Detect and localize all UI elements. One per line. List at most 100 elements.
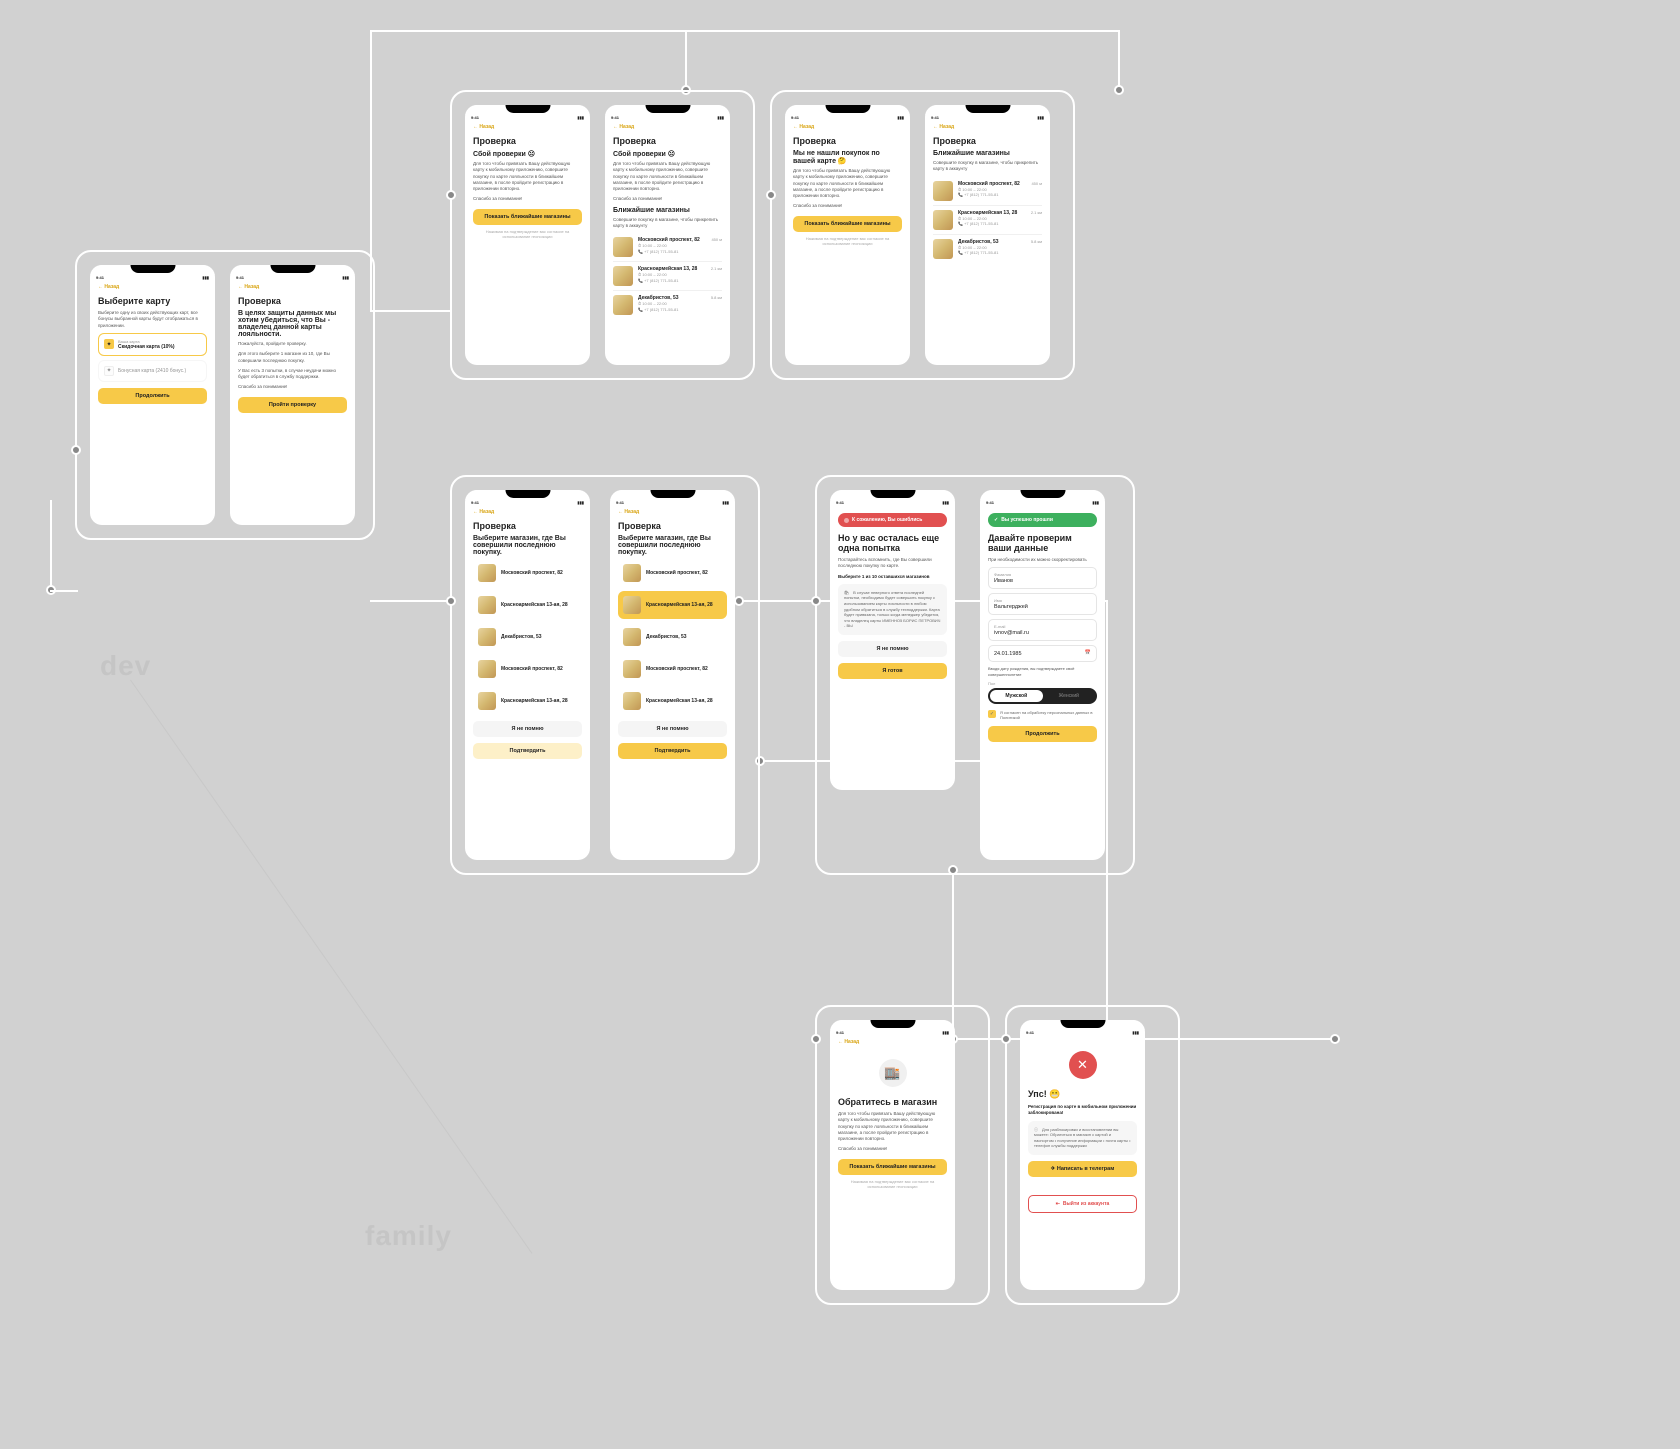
store-option[interactable]: Московский проспект, 82: [618, 655, 727, 683]
store-row[interactable]: Московский проспект, 82⏱ 10:00 – 22:00📞 …: [613, 233, 722, 262]
show-stores-button[interactable]: Показать ближайшие магазины: [793, 216, 902, 232]
page-title: Проверка: [238, 296, 347, 306]
page-title: Проверка: [933, 136, 1042, 146]
store-option-selected[interactable]: Красноармейская 13-ая, 28: [618, 591, 727, 619]
store-option[interactable]: Декабристов, 53: [473, 623, 582, 651]
card-option-2[interactable]: ✦Бонусная карта (2410 бонус.): [98, 360, 207, 382]
thanks: Спасибо за понимание!: [793, 203, 902, 209]
confirm-button[interactable]: Подтвердить: [618, 743, 727, 759]
back-link[interactable]: ← Назад: [785, 120, 910, 134]
store-row[interactable]: Московский проспект, 82⏱ 10:00 – 22:00📞 …: [933, 177, 1042, 206]
page-title: Проверка: [793, 136, 902, 146]
screen-retry: 9:41▮▮▮ К сожалению, Вы ошиблись Но у ва…: [830, 490, 955, 790]
forgot-button[interactable]: Я не помню: [618, 721, 727, 737]
screen-select-card: 9:41▮▮▮ ← Назад Выберите карту Выберите …: [90, 265, 215, 525]
notch: [830, 490, 955, 500]
show-stores-button[interactable]: Показать ближайшие магазины: [838, 1159, 947, 1175]
store-image: [613, 295, 633, 315]
store-row[interactable]: Декабристов, 53⏱ 10:00 – 22:00📞 +7 (812)…: [933, 235, 1042, 263]
store-image: [613, 237, 633, 257]
back-link[interactable]: ← Назад: [830, 1035, 955, 1049]
consent-checkbox[interactable]: ✓Я согласен на обработку персональных да…: [988, 710, 1097, 720]
store-row[interactable]: Декабристов, 53⏱ 10:00 – 22:00📞 +7 (812)…: [613, 291, 722, 319]
notch: [230, 265, 355, 275]
flow-line: [370, 310, 450, 312]
store-option[interactable]: Декабристов, 53: [618, 623, 727, 651]
thanks: Спасибо за понимание!: [238, 384, 347, 390]
verify-button[interactable]: Пройти проверку: [238, 397, 347, 413]
back-link[interactable]: ← Назад: [610, 505, 735, 519]
ready-button[interactable]: Я готов: [838, 663, 947, 679]
watermark-family: family: [365, 1220, 452, 1252]
confirm-button[interactable]: Подтвердить: [473, 743, 582, 759]
gender-toggle[interactable]: МужскойЖенский: [988, 688, 1097, 704]
store-image: [933, 181, 953, 201]
back-link[interactable]: ← Назад: [605, 120, 730, 134]
store-option[interactable]: Красноармейская 13-ая, 28: [473, 687, 582, 715]
show-stores-button[interactable]: Показать ближайшие магазины: [473, 209, 582, 225]
forgot-button[interactable]: Я не помню: [838, 641, 947, 657]
telegram-button[interactable]: ✈ Написать в телеграм: [1028, 1161, 1137, 1177]
disclaimer: Нажимая на подтверждение вас согласие на…: [838, 1179, 947, 1189]
store-option[interactable]: Московский проспект, 82: [473, 655, 582, 683]
back-link[interactable]: ← Назад: [465, 505, 590, 519]
dob-note: Вводя дату рождения, вы подтверждаете св…: [988, 666, 1097, 677]
email-input[interactable]: E-mailivnov@mail.ru: [988, 619, 1097, 641]
title: Упс! 😬: [1028, 1089, 1137, 1100]
screen-visit: 9:41▮▮▮ ← Назад 🏬 Обратитесь в магазин Д…: [830, 1020, 955, 1290]
screen-fail: 9:41▮▮▮ ← Назад Проверка Сбой проверки ☹…: [465, 105, 590, 365]
forgot-button[interactable]: Я не помню: [473, 721, 582, 737]
page-title: Проверка: [613, 136, 722, 146]
page-title: Проверка: [618, 521, 727, 531]
dob-input[interactable]: 24.01.1985📅: [988, 645, 1097, 662]
back-link[interactable]: ← Назад: [230, 280, 355, 294]
back-link[interactable]: ← Назад: [925, 120, 1050, 134]
screen-verify-intro: 9:41▮▮▮ ← Назад Проверка В целях защиты …: [230, 265, 355, 525]
flow-node: [1330, 1034, 1340, 1044]
store-image: [478, 596, 496, 614]
notch: [830, 1020, 955, 1030]
line2: Для этого выберите 1 магазин из 10, где …: [238, 351, 347, 364]
gender-female[interactable]: Женский: [1043, 690, 1096, 702]
store-option[interactable]: Московский проспект, 82: [618, 559, 727, 587]
lastname-input[interactable]: ФамилияИванов: [988, 567, 1097, 589]
back-link[interactable]: ← Назад: [465, 120, 590, 134]
disclaimer: Нажимая на подтверждение вас согласие на…: [793, 236, 902, 246]
card-option-1[interactable]: ✦Ваша картаСкидочная карта (10%): [98, 333, 207, 356]
continue-button[interactable]: Продолжить: [988, 726, 1097, 742]
watermark-dev: dev: [100, 650, 151, 682]
hint: Выберите 1 из 10 оставшихся магазинов: [838, 574, 947, 580]
subtitle: В целях защиты данных мы хотим убедиться…: [238, 310, 347, 338]
store-image: [623, 628, 641, 646]
checkbox-icon: ✓: [988, 710, 996, 718]
store-option[interactable]: Красноармейская 13-ая, 28: [618, 687, 727, 715]
desc: Выберите одну из своих действующих карт,…: [98, 310, 207, 329]
store-row[interactable]: Красноармейская 13, 28⏱ 10:00 – 22:00📞 +…: [613, 262, 722, 291]
calendar-icon: 📅: [1085, 650, 1091, 657]
body: Для того чтобы привязать Вашу действующу…: [838, 1111, 947, 1142]
store-option[interactable]: Московский проспект, 82: [473, 559, 582, 587]
store-option[interactable]: Красноармейская 13-ая, 28: [473, 591, 582, 619]
store-image: [623, 660, 641, 678]
store-image: [613, 266, 633, 286]
notch: [980, 490, 1105, 500]
back-link[interactable]: ← Назад: [90, 280, 215, 294]
card-icon: ✦: [104, 366, 114, 376]
logout-button[interactable]: ⇤Выйти из аккаунта: [1028, 1195, 1137, 1213]
thanks: Спасибо за понимание!: [838, 1146, 947, 1152]
gender-male[interactable]: Мужской: [990, 690, 1043, 702]
firstname-input[interactable]: ИмяВальтерджей: [988, 593, 1097, 615]
info-box: ⓘДля разблокировки и восстановлении вы м…: [1028, 1121, 1137, 1155]
page-title: Проверка: [473, 136, 582, 146]
subtitle: Выберите магазин, где Вы совершили после…: [473, 535, 582, 556]
body: Для того чтобы привязать Вашу действующу…: [613, 161, 722, 192]
notch: [465, 490, 590, 500]
store-image: [623, 564, 641, 582]
store-row[interactable]: Красноармейская 13, 28⏱ 10:00 – 22:00📞 +…: [933, 206, 1042, 235]
store-icon: 🏬: [879, 1059, 907, 1087]
continue-button[interactable]: Продолжить: [98, 388, 207, 404]
store-image: [478, 628, 496, 646]
logout-icon: ⇤: [1056, 1201, 1060, 1207]
desc: Регистрация по карте в мобильном приложе…: [1028, 1104, 1137, 1117]
body: Для того чтобы привязать Вашу действующу…: [793, 168, 902, 199]
